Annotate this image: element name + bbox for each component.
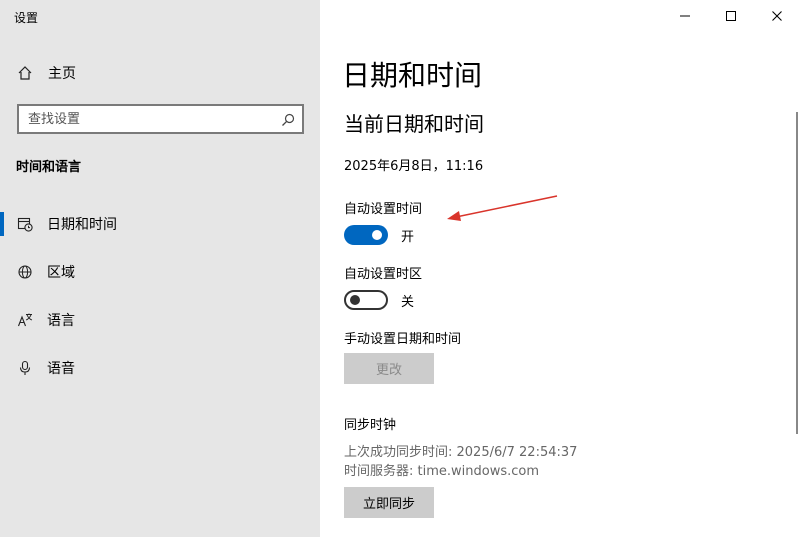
close-button[interactable] [754, 0, 800, 32]
home-icon [17, 65, 33, 81]
calendar-clock-icon [17, 216, 33, 232]
current-datetime: 2025年6月8日，11:16 [344, 159, 484, 174]
auto-time-toggle[interactable] [344, 225, 388, 245]
close-icon [772, 11, 782, 21]
sidebar-item-label: 主页 [48, 66, 76, 82]
auto-time-row: 开 [344, 225, 414, 245]
auto-timezone-label: 自动设置时区 [344, 267, 423, 282]
search-input[interactable] [28, 111, 268, 127]
sync-title: 同步时钟 [344, 418, 397, 433]
sidebar-item-label: 语言 [47, 313, 75, 329]
language-icon [17, 312, 33, 328]
page-title: 日期和时间 [342, 59, 483, 92]
auto-time-label: 自动设置时间 [344, 202, 423, 217]
toggle-knob [372, 230, 382, 240]
manual-datetime-label: 手动设置日期和时间 [344, 332, 462, 347]
sidebar-item-region[interactable]: 区域 [0, 255, 320, 289]
sidebar-item-label: 日期和时间 [47, 217, 117, 233]
auto-time-state: 开 [401, 229, 415, 245]
app-title: 设置 [14, 11, 39, 25]
sync-now-button[interactable]: 立即同步 [344, 487, 434, 518]
minimize-button[interactable] [662, 0, 708, 32]
maximize-icon [726, 11, 736, 21]
maximize-button[interactable] [708, 0, 754, 32]
globe-icon [17, 264, 33, 280]
change-button[interactable]: 更改 [344, 353, 434, 384]
sidebar-item-speech[interactable]: 语音 [0, 351, 320, 385]
search-box[interactable] [17, 104, 304, 134]
microphone-icon [17, 360, 33, 376]
sidebar-item-label: 语音 [47, 361, 75, 377]
last-sync-text: 上次成功同步时间: 2025/6/7 22:54:37 [344, 445, 578, 460]
sidebar-item-date-time[interactable]: 日期和时间 [0, 207, 320, 241]
sidebar: 设置 主页 时间和语言 日期和时间 区域 语言 语音 [0, 0, 320, 537]
auto-timezone-toggle[interactable] [344, 290, 388, 310]
time-server-text: 时间服务器: time.windows.com [344, 464, 540, 479]
section-heading: 时间和语言 [16, 160, 82, 175]
search-icon[interactable] [281, 112, 295, 126]
sidebar-item-home[interactable]: 主页 [0, 58, 320, 88]
sidebar-item-label: 区域 [47, 265, 75, 281]
window-controls [662, 0, 800, 32]
main-content: 日期和时间 当前日期和时间 2025年6月8日，11:16 自动设置时间 开 自… [320, 0, 800, 537]
toggle-knob [350, 295, 360, 305]
minimize-icon [680, 15, 690, 17]
scrollbar[interactable] [796, 112, 798, 434]
section-subtitle: 当前日期和时间 [344, 112, 484, 136]
auto-timezone-state: 关 [401, 294, 415, 310]
sidebar-item-language[interactable]: 语言 [0, 303, 320, 337]
auto-timezone-row: 关 [344, 290, 414, 310]
